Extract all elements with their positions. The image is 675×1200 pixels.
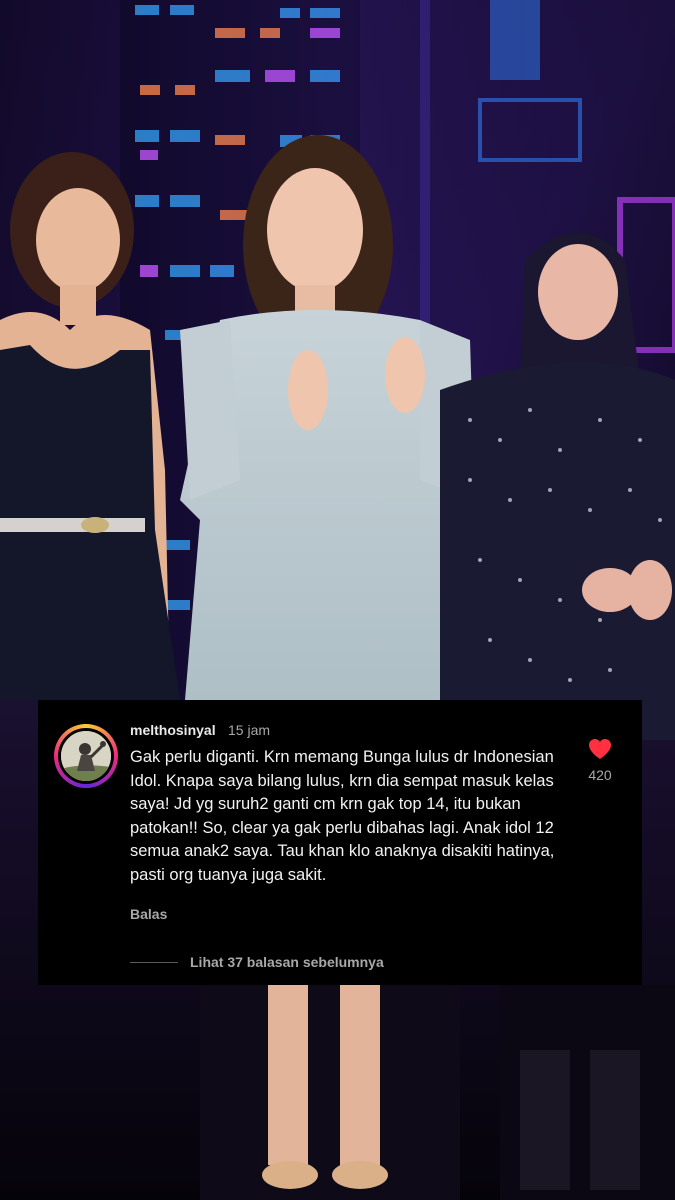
avatar[interactable] [54, 724, 118, 788]
reply-button[interactable]: Balas [130, 906, 167, 922]
view-replies-button[interactable]: Lihat 37 balasan sebelumnya [130, 954, 384, 970]
comment-card: melthosinyal 15 jam Gak perlu diganti. K… [38, 700, 642, 985]
heart-filled-icon[interactable] [588, 738, 612, 760]
screen: melthosinyal 15 jam Gak perlu diganti. K… [0, 0, 675, 1200]
profile-avatar-icon [61, 731, 111, 781]
view-replies-label: Lihat 37 balasan sebelumnya [190, 954, 384, 970]
like-count: 420 [588, 767, 612, 783]
replies-divider [130, 961, 178, 963]
stage-photo [0, 0, 675, 1200]
comment-username[interactable]: melthosinyal [130, 722, 216, 738]
comment-text: Gak perlu diganti. Krn memang Bunga lulu… [130, 748, 555, 884]
comment-time: 15 jam [228, 722, 271, 738]
